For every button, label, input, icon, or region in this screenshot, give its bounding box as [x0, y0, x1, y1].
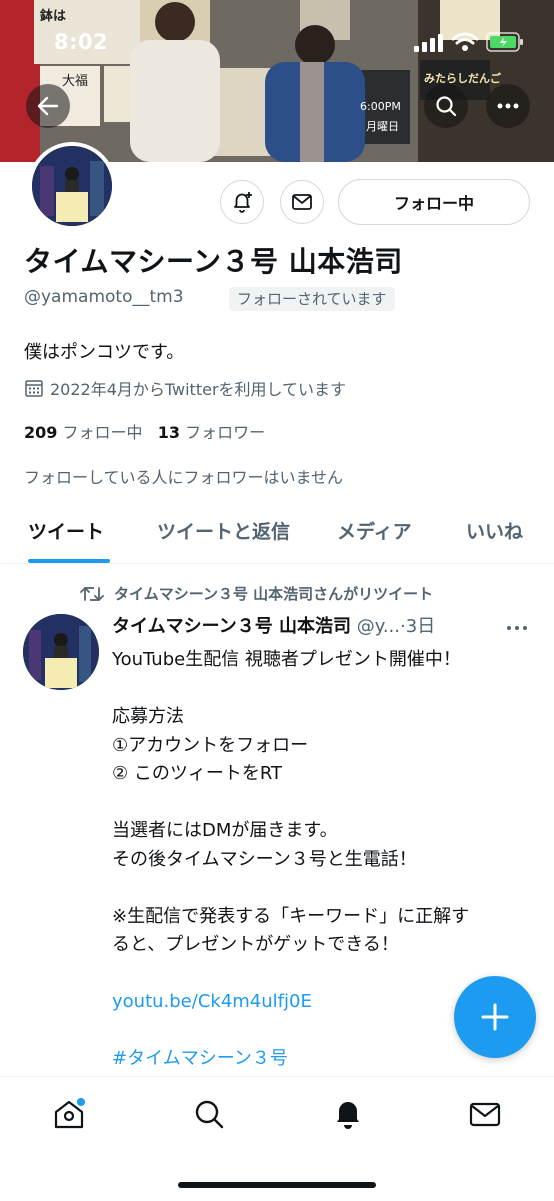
nav-messages[interactable] [468, 1097, 502, 1135]
tweet-line: ると、プレゼントがゲットできる！ [112, 934, 399, 955]
search-button[interactable] [424, 84, 468, 128]
compose-tweet-button[interactable] [454, 976, 536, 1058]
nav-search[interactable] [192, 1097, 226, 1135]
tweet-author-handle: @y... [356, 616, 401, 637]
status-bar-time: 8:02 [54, 30, 109, 54]
tab-tweets-and-replies[interactable]: ツイートと返信 [157, 517, 290, 544]
joined-text: 2022年4月からTwitterを利用しています [50, 380, 347, 399]
notification-subscribe-button[interactable] [220, 180, 264, 224]
display-name: タイムマシーン３号 山本浩司 [24, 245, 403, 278]
tweet-line [112, 960, 522, 989]
tweet-line: ①アカウントをフォロー [112, 734, 309, 756]
tweet-line: その後タイムマシーン３号と生電話！ [112, 848, 417, 870]
tweet-author-name[interactable]: タイムマシーン３号 山本浩司 [112, 616, 351, 637]
search-icon [436, 96, 457, 117]
following-label: フォロー中 [62, 423, 143, 442]
search-icon [195, 1100, 224, 1129]
tweet-line [112, 789, 522, 818]
tab-tweets[interactable]: ツイート [28, 517, 104, 544]
tweet-line [112, 874, 522, 903]
home-indicator[interactable] [178, 1182, 376, 1188]
followers-link[interactable]: 13 フォロワー [158, 423, 265, 442]
followers-count: 13 [157, 423, 181, 442]
bell-plus-icon [234, 192, 252, 213]
tweet-line: YouTube生配信 視聴者プレゼント開催中！ [112, 649, 461, 670]
tab-likes[interactable]: いいね [466, 517, 523, 544]
tweet-more-button[interactable] [506, 616, 528, 635]
arrow-left-icon [37, 96, 59, 116]
cellular-signal-icon [414, 34, 444, 56]
tweet-line [112, 675, 522, 704]
tweet-author-avatar[interactable] [23, 614, 99, 690]
retweet-icon [80, 586, 104, 601]
battery-icon [486, 32, 524, 56]
banner-sign-c: 6:00PM [360, 100, 401, 113]
tweet-header: タイムマシーン３号 山本浩司 @y...·3日 [112, 612, 435, 638]
following-link[interactable]: 209 フォロー中 [24, 423, 143, 442]
banner-sign-b: 大福 [62, 74, 89, 89]
nav-notifications[interactable] [331, 1097, 365, 1135]
back-button[interactable] [26, 84, 70, 128]
message-button[interactable] [280, 180, 324, 224]
envelope-icon [469, 1102, 501, 1127]
retweet-context: タイムマシーン３号 山本浩司さんがリツイート [80, 583, 433, 604]
joined-date: 2022年4月からTwitterを利用しています [24, 376, 346, 400]
banner-sign-e: みたらしだんご [424, 72, 501, 85]
following-count: 209 [24, 423, 58, 442]
calendar-icon [25, 380, 43, 397]
mutual-followers-text: フォローしている人にフォロワーはいません [24, 468, 344, 487]
plus-icon [481, 1003, 509, 1031]
follows-you-badge: フォローされています [229, 287, 395, 311]
profile-bio: 僕はポンコツです。 [24, 342, 185, 363]
retweet-context-text: タイムマシーン３号 山本浩司さんがリツイート [114, 585, 434, 603]
tweet-line: 応募方法 [112, 706, 184, 727]
profile-tabs: ツイート ツイートと返信 メディア いいね [0, 505, 554, 563]
follow-counts: 209 フォロー中 13 フォロワー [24, 419, 265, 443]
divider [0, 563, 554, 564]
wifi-icon [451, 32, 479, 56]
user-handle: @yamamoto__tm3 [24, 287, 184, 307]
bell-icon [337, 1102, 359, 1129]
home-icon [54, 1098, 85, 1129]
tweet-hashtag[interactable]: #タイムマシーン３号 [112, 1045, 522, 1074]
tweet-time: 3日 [405, 616, 436, 637]
nav-home[interactable] [52, 1097, 86, 1135]
tweet-line: ※生配信で発表する「キーワード」に正解す [112, 905, 470, 927]
tweet-line: 当選者にはDMが届きます。 [112, 820, 338, 841]
following-button[interactable]: フォロー中 [338, 179, 530, 225]
profile-avatar-frame[interactable] [28, 142, 116, 230]
more-button[interactable] [486, 84, 530, 128]
more-horizontal-icon [507, 626, 527, 630]
avatar [32, 146, 112, 226]
banner-sign-a: 鉢は [40, 9, 67, 24]
banner-sign-d: 月曜日 [366, 120, 399, 133]
followers-label: フォロワー [185, 423, 266, 442]
tweet-line: ② このツィートをRT [112, 763, 283, 784]
envelope-icon [292, 194, 312, 210]
more-horizontal-icon [497, 103, 519, 109]
tab-media[interactable]: メディア [337, 517, 412, 544]
